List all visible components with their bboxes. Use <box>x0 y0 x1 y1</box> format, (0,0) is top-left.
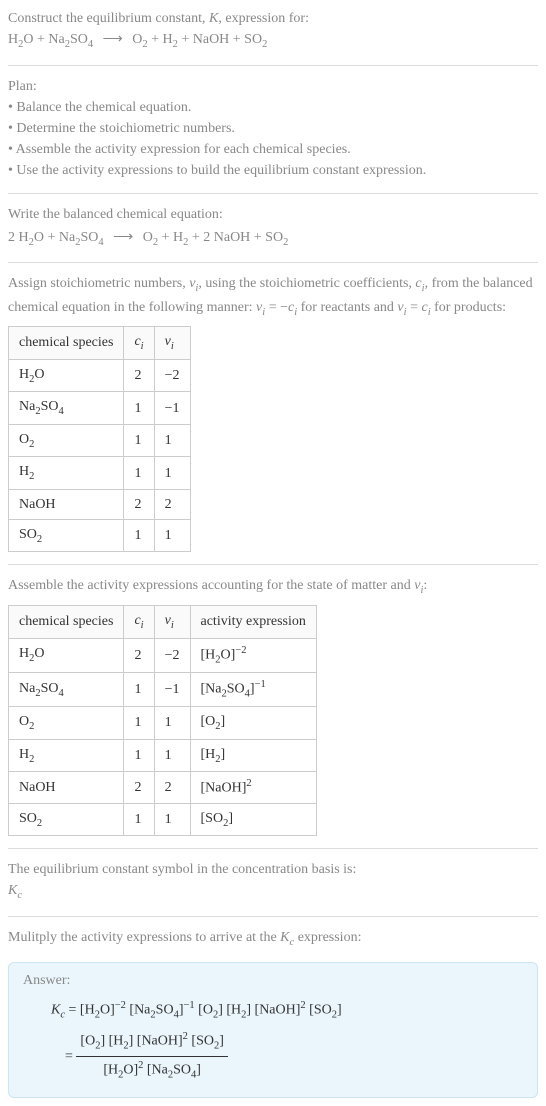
table-row: Na2SO4 1 −1 [Na2SO4]−1 <box>9 672 317 706</box>
plan-item: • Determine the stoichiometric numbers. <box>8 118 538 139</box>
divider <box>8 193 538 194</box>
table-row: SO2 1 1 [SO2] <box>9 803 317 836</box>
plan-title: Plan: <box>8 76 538 97</box>
fraction: [O2] [H2] [NaOH]2 [SO2] [H2O]2 [Na2SO4] <box>76 1028 227 1086</box>
answer-line-2: = [O2] [H2] [NaOH]2 [SO2] [H2O]2 [Na2SO4… <box>65 1028 523 1086</box>
kc-symbol: Kc <box>8 880 538 904</box>
table-row: NaOH 2 2 [NaOH]2 <box>9 772 317 804</box>
fraction-denominator: [H2O]2 [Na2SO4] <box>76 1057 227 1085</box>
col-species: chemical species <box>9 327 124 360</box>
reaction-arrow-icon: ⟶ <box>97 32 129 47</box>
col-ci: ci <box>124 327 154 360</box>
text: , expression for: <box>218 11 309 26</box>
activity-section: Assemble the activity expressions accoun… <box>8 575 538 836</box>
col-activity: activity expression <box>190 606 316 639</box>
equation-lhs: H2O + Na2SO4 <box>8 32 97 47</box>
kc-symbol-section: The equilibrium constant symbol in the c… <box>8 859 538 904</box>
answer-formula: Kc = [H2O]−2 [Na2SO4]−1 [O2] [H2] [NaOH]… <box>51 997 523 1085</box>
answer-line-1: Kc = [H2O]−2 [Na2SO4]−1 [O2] [H2] [NaOH]… <box>51 997 523 1025</box>
col-ci: ci <box>124 606 154 639</box>
divider <box>8 564 538 565</box>
stoichiometric-table: chemical species ci νi H2O 2 −2 Na2SO4 1… <box>8 326 191 552</box>
col-vi: νi <box>154 327 190 360</box>
divider <box>8 262 538 263</box>
assign-section: Assign stoichiometric numbers, νi, using… <box>8 273 538 552</box>
text: Construct the equilibrium constant, <box>8 11 209 26</box>
divider <box>8 916 538 917</box>
answer-label: Answer: <box>23 973 523 989</box>
table-row: O2 1 1 [O2] <box>9 706 317 739</box>
kc-symbol-text: The equilibrium constant symbol in the c… <box>8 859 538 880</box>
table-row: H2O 2 −2 <box>9 359 191 392</box>
problem-statement: Construct the equilibrium constant, K, e… <box>8 8 538 53</box>
balanced-equation: 2 H2O + Na2SO4 ⟶ O2 + H2 + 2 NaOH + SO2 <box>8 227 538 251</box>
balanced-equation-section: Write the balanced chemical equation: 2 … <box>8 204 538 251</box>
col-vi: νi <box>154 606 190 639</box>
equation-rhs: O2 + H2 + NaOH + SO2 <box>132 32 267 47</box>
plan-section: Plan: • Balance the chemical equation. •… <box>8 76 538 181</box>
answer-box: Answer: Kc = [H2O]−2 [Na2SO4]−1 [O2] [H2… <box>8 962 538 1098</box>
table-row: H2 1 1 <box>9 457 191 490</box>
table-row: H2 1 1 [H2] <box>9 739 317 772</box>
table-row: H2O 2 −2 [H2O]−2 <box>9 638 317 672</box>
divider <box>8 848 538 849</box>
divider <box>8 65 538 66</box>
multiply-section: Mulitply the activity expressions to arr… <box>8 927 538 951</box>
plan-item: • Balance the chemical equation. <box>8 97 538 118</box>
table-header-row: chemical species ci νi activity expressi… <box>9 606 317 639</box>
plan-item: • Use the activity expressions to build … <box>8 160 538 181</box>
table-row: NaOH 2 2 <box>9 489 191 519</box>
table-row: O2 1 1 <box>9 424 191 457</box>
table-header-row: chemical species ci νi <box>9 327 191 360</box>
table-row: SO2 1 1 <box>9 519 191 552</box>
fraction-numerator: [O2] [H2] [NaOH]2 [SO2] <box>76 1028 227 1057</box>
reaction-arrow-icon: ⟶ <box>107 230 139 245</box>
activity-table: chemical species ci νi activity expressi… <box>8 605 317 836</box>
table-row: Na2SO4 1 −1 <box>9 392 191 425</box>
plan-item: • Assemble the activity expression for e… <box>8 139 538 160</box>
col-species: chemical species <box>9 606 124 639</box>
balanced-title: Write the balanced chemical equation: <box>8 204 538 225</box>
k-symbol: K <box>209 11 218 26</box>
